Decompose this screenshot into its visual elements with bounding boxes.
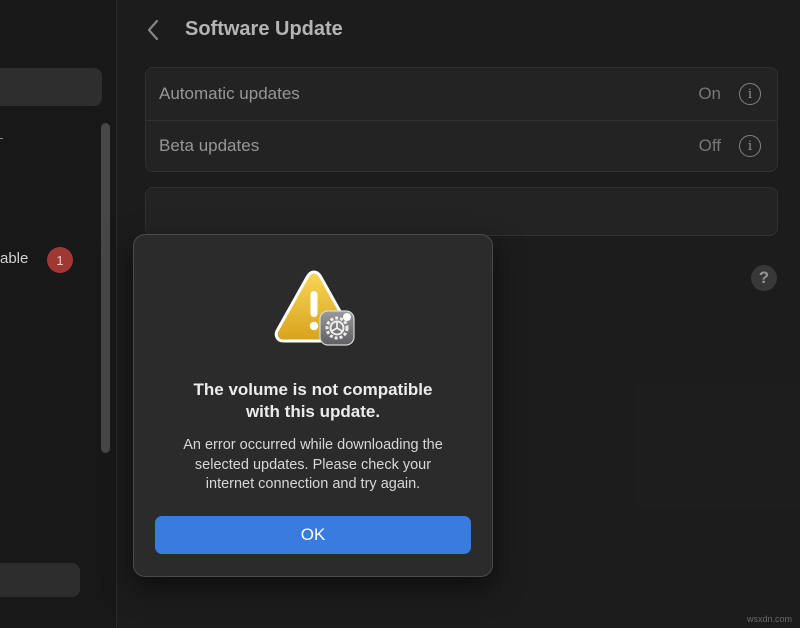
dialog-message-line: internet connection and try again. xyxy=(205,476,421,492)
alert-dialog: The volume is not compatible with this u… xyxy=(133,234,493,577)
dialog-title-line: The volume is not compatible xyxy=(193,380,433,399)
dialog-message-line: selected updates. Please check your xyxy=(194,456,432,473)
dialog-title: The volume is not compatible with this u… xyxy=(154,379,472,423)
dialog-message: An error occurred while downloading the … xyxy=(154,436,472,495)
dialog-title-line: with this update. xyxy=(245,402,381,421)
ok-button[interactable]: OK xyxy=(155,516,471,554)
dialog-message-line: An error occurred while downloading the xyxy=(183,437,443,453)
watermark: wsxdn.com xyxy=(746,614,792,624)
warning-triangle-with-gear-icon xyxy=(274,270,355,346)
